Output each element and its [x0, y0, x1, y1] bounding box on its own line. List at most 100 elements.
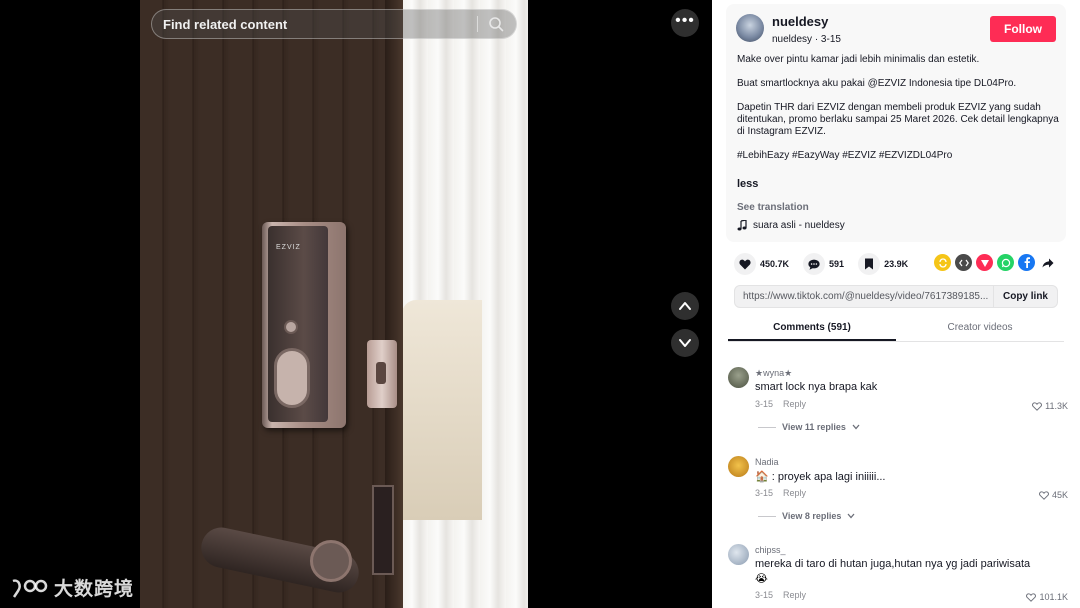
music-link[interactable]: suara asli - nueldesy	[737, 220, 845, 231]
watermark-logo-icon	[12, 578, 48, 598]
comment-meta: 3-15 Reply	[755, 590, 806, 600]
comment-like[interactable]: 11.3K	[1032, 401, 1068, 411]
sofa-image	[402, 300, 482, 520]
comment-meta: 3-15 Reply	[755, 488, 806, 498]
comment-text: smart lock nya brapa kak	[755, 381, 878, 393]
comment-date: 3-15	[755, 590, 774, 600]
comment-avatar[interactable]	[728, 367, 749, 388]
video-link-box: https://www.tiktok.com/@nueldesy/video/7…	[734, 285, 1058, 308]
search-bar[interactable]: Find related content	[151, 9, 517, 39]
author-subline: nueldesy · 3-15	[772, 34, 841, 45]
view-replies-label[interactable]: View 11 replies	[782, 422, 846, 432]
comment-username[interactable]: ★wyna★	[755, 368, 792, 379]
comment-item: ★wyna★ smart lock nya brapa kak 3-15 Rep…	[728, 367, 1068, 439]
comment-action[interactable]: 591	[803, 253, 844, 275]
comment-avatar[interactable]	[728, 456, 749, 477]
chevron-down-icon	[679, 339, 691, 347]
description-line: Make over pintu kamar jadi lebih minimal…	[737, 54, 980, 65]
comment-text: : proyek apa lagi iniiiii...	[771, 471, 886, 483]
more-options-button[interactable]: •••	[671, 9, 699, 37]
previous-video-button[interactable]	[671, 292, 699, 320]
author-handle[interactable]: nueldesy	[772, 34, 812, 45]
comment-item: Nadia 🏠 : proyek apa lagi iniiiii... 3-1…	[728, 456, 1068, 528]
action-bar: 450.7K 591 23.9K	[734, 253, 922, 275]
comment-like-count: 11.3K	[1045, 401, 1068, 411]
tab-creator-videos[interactable]: Creator videos	[896, 316, 1064, 341]
reply-button[interactable]: Reply	[783, 488, 806, 498]
watermark: 大数跨境	[10, 574, 134, 601]
save-action[interactable]: 23.9K	[858, 253, 908, 275]
heart-icon[interactable]	[734, 253, 756, 275]
comment-username[interactable]: Nadia	[755, 457, 779, 467]
follow-button[interactable]: Follow	[990, 16, 1056, 42]
lock-knob	[274, 348, 310, 408]
chevron-down-icon	[847, 513, 855, 519]
embed-icon[interactable]	[955, 254, 972, 271]
author-display-name[interactable]: nueldesy	[772, 14, 828, 29]
house-emoji-icon: 🏠	[755, 471, 769, 483]
comment-date: 3-15	[755, 399, 774, 409]
comment-like[interactable]: 45K	[1039, 490, 1068, 500]
more-icon: •••	[675, 12, 695, 29]
view-replies-button[interactable]: View 11 replies	[758, 422, 860, 432]
comment-like-count: 101.1K	[1039, 592, 1068, 602]
latch-hole	[376, 362, 386, 384]
send-icon[interactable]	[976, 254, 993, 271]
panel-tabs: Comments (591) Creator videos	[728, 316, 1064, 342]
heart-outline-icon	[1039, 490, 1049, 500]
crying-emoji-icon: 😭	[755, 573, 768, 585]
see-translation-link[interactable]: See translation	[737, 202, 809, 213]
reply-button[interactable]: Reply	[783, 399, 806, 409]
chevron-up-icon	[679, 302, 691, 310]
whatsapp-icon[interactable]	[997, 254, 1014, 271]
description-hashtags[interactable]: #LebihEazy #EazyWay #EZVIZ #EZVIZDL04Pro	[737, 150, 1059, 162]
reply-button[interactable]: Reply	[783, 590, 806, 600]
less-toggle[interactable]: less	[737, 178, 758, 190]
search-divider	[477, 16, 478, 32]
comment-text-row: 🏠 : proyek apa lagi iniiiii...	[755, 470, 886, 483]
comment-date: 3-15	[755, 488, 774, 498]
video-player[interactable]: EZVIZ Find related content ••• 大数跨境	[0, 0, 712, 608]
description-line: Buat smartlocknya aku pakai @EZVIZ Indon…	[737, 78, 1017, 89]
next-video-button[interactable]	[671, 329, 699, 357]
author-avatar[interactable]	[736, 14, 764, 42]
copy-link-button[interactable]: Copy link	[993, 286, 1057, 307]
author-card: nueldesy nueldesy · 3-15 Follow Make ove…	[726, 4, 1066, 242]
replies-line	[758, 426, 776, 428]
share-arrow-icon[interactable]	[1039, 254, 1056, 271]
facebook-icon[interactable]	[1018, 254, 1035, 271]
comment-text: mereka di taro di hutan juga,hutan nya y…	[755, 558, 1031, 570]
like-count: 450.7K	[760, 259, 790, 269]
side-panel: nueldesy nueldesy · 3-15 Follow Make ove…	[712, 0, 1080, 608]
search-input[interactable]: Find related content	[163, 17, 477, 32]
comment-meta: 3-15 Reply	[755, 399, 806, 409]
comment-avatar[interactable]	[728, 544, 749, 565]
video-frame[interactable]: EZVIZ	[140, 0, 528, 608]
view-replies-button[interactable]: View 8 replies	[758, 511, 855, 521]
heart-outline-icon	[1026, 592, 1037, 602]
share-icons	[934, 254, 1056, 271]
heart-outline-icon	[1032, 401, 1043, 411]
comment-icon[interactable]	[803, 253, 826, 275]
video-url[interactable]: https://www.tiktok.com/@nueldesy/video/7…	[735, 291, 993, 302]
repost-icon[interactable]	[934, 254, 951, 271]
bookmark-icon[interactable]	[858, 253, 881, 275]
comment-username[interactable]: chipss_	[755, 545, 786, 555]
save-count: 23.9K	[884, 259, 909, 269]
music-title[interactable]: suara asli - nueldesy	[753, 220, 845, 231]
comment-item: chipss_ mereka di taro di hutan juga,hut…	[728, 544, 1068, 608]
post-date: 3-15	[820, 34, 841, 45]
like-action[interactable]: 450.7K	[734, 253, 789, 275]
comment-count: 591	[829, 259, 845, 269]
tab-comments[interactable]: Comments (591)	[728, 316, 896, 341]
door-plate	[372, 485, 394, 575]
description-line: Dapetin THR dari EZVIZ dengan membeli pr…	[737, 102, 1059, 137]
search-icon[interactable]	[488, 16, 504, 32]
view-replies-label[interactable]: View 8 replies	[782, 511, 841, 521]
video-description: Make over pintu kamar jadi lebih minimal…	[737, 54, 1059, 174]
comment-like-count: 45K	[1051, 490, 1068, 500]
door-lever-rose	[310, 540, 352, 582]
lock-button	[284, 320, 298, 334]
watermark-text: 大数跨境	[54, 579, 135, 600]
comment-like[interactable]: 101.1K	[1026, 592, 1068, 602]
